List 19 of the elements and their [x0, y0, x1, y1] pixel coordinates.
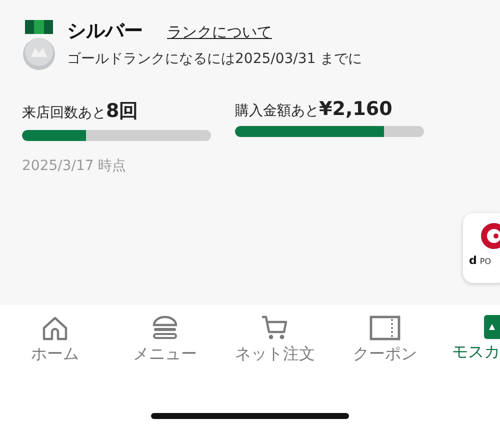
badge-text: PO — [480, 257, 491, 266]
nav-tab[interactable]: ホーム — [0, 305, 110, 385]
nav-tab[interactable]: ネット注文 — [220, 305, 330, 385]
rank-goal-text: ゴールドランクになるには2025/03/31 までに — [67, 50, 362, 68]
rank-info-link[interactable]: ランクについて — [167, 23, 272, 42]
badge-mark: d — [469, 254, 477, 267]
d-point-badge[interactable]: d PO — [463, 213, 500, 283]
nav-tab[interactable]: クーポン — [330, 305, 440, 385]
home-icon — [41, 315, 69, 341]
progress-label: 来店回数あと 8回 — [22, 99, 140, 124]
burger-icon — [151, 315, 179, 341]
ring-logo-icon — [481, 223, 500, 249]
cart-icon — [261, 315, 289, 341]
nav-tab[interactable]: メニュー — [110, 305, 220, 385]
progress-label: 購入金額あと¥2,160 — [235, 98, 394, 120]
ticket-icon — [369, 315, 401, 341]
as-of-date: 2025/3/17 時点 — [22, 157, 128, 175]
nav-tab[interactable]: モスカ — [452, 305, 500, 385]
rank-name: シルバー — [67, 19, 143, 44]
